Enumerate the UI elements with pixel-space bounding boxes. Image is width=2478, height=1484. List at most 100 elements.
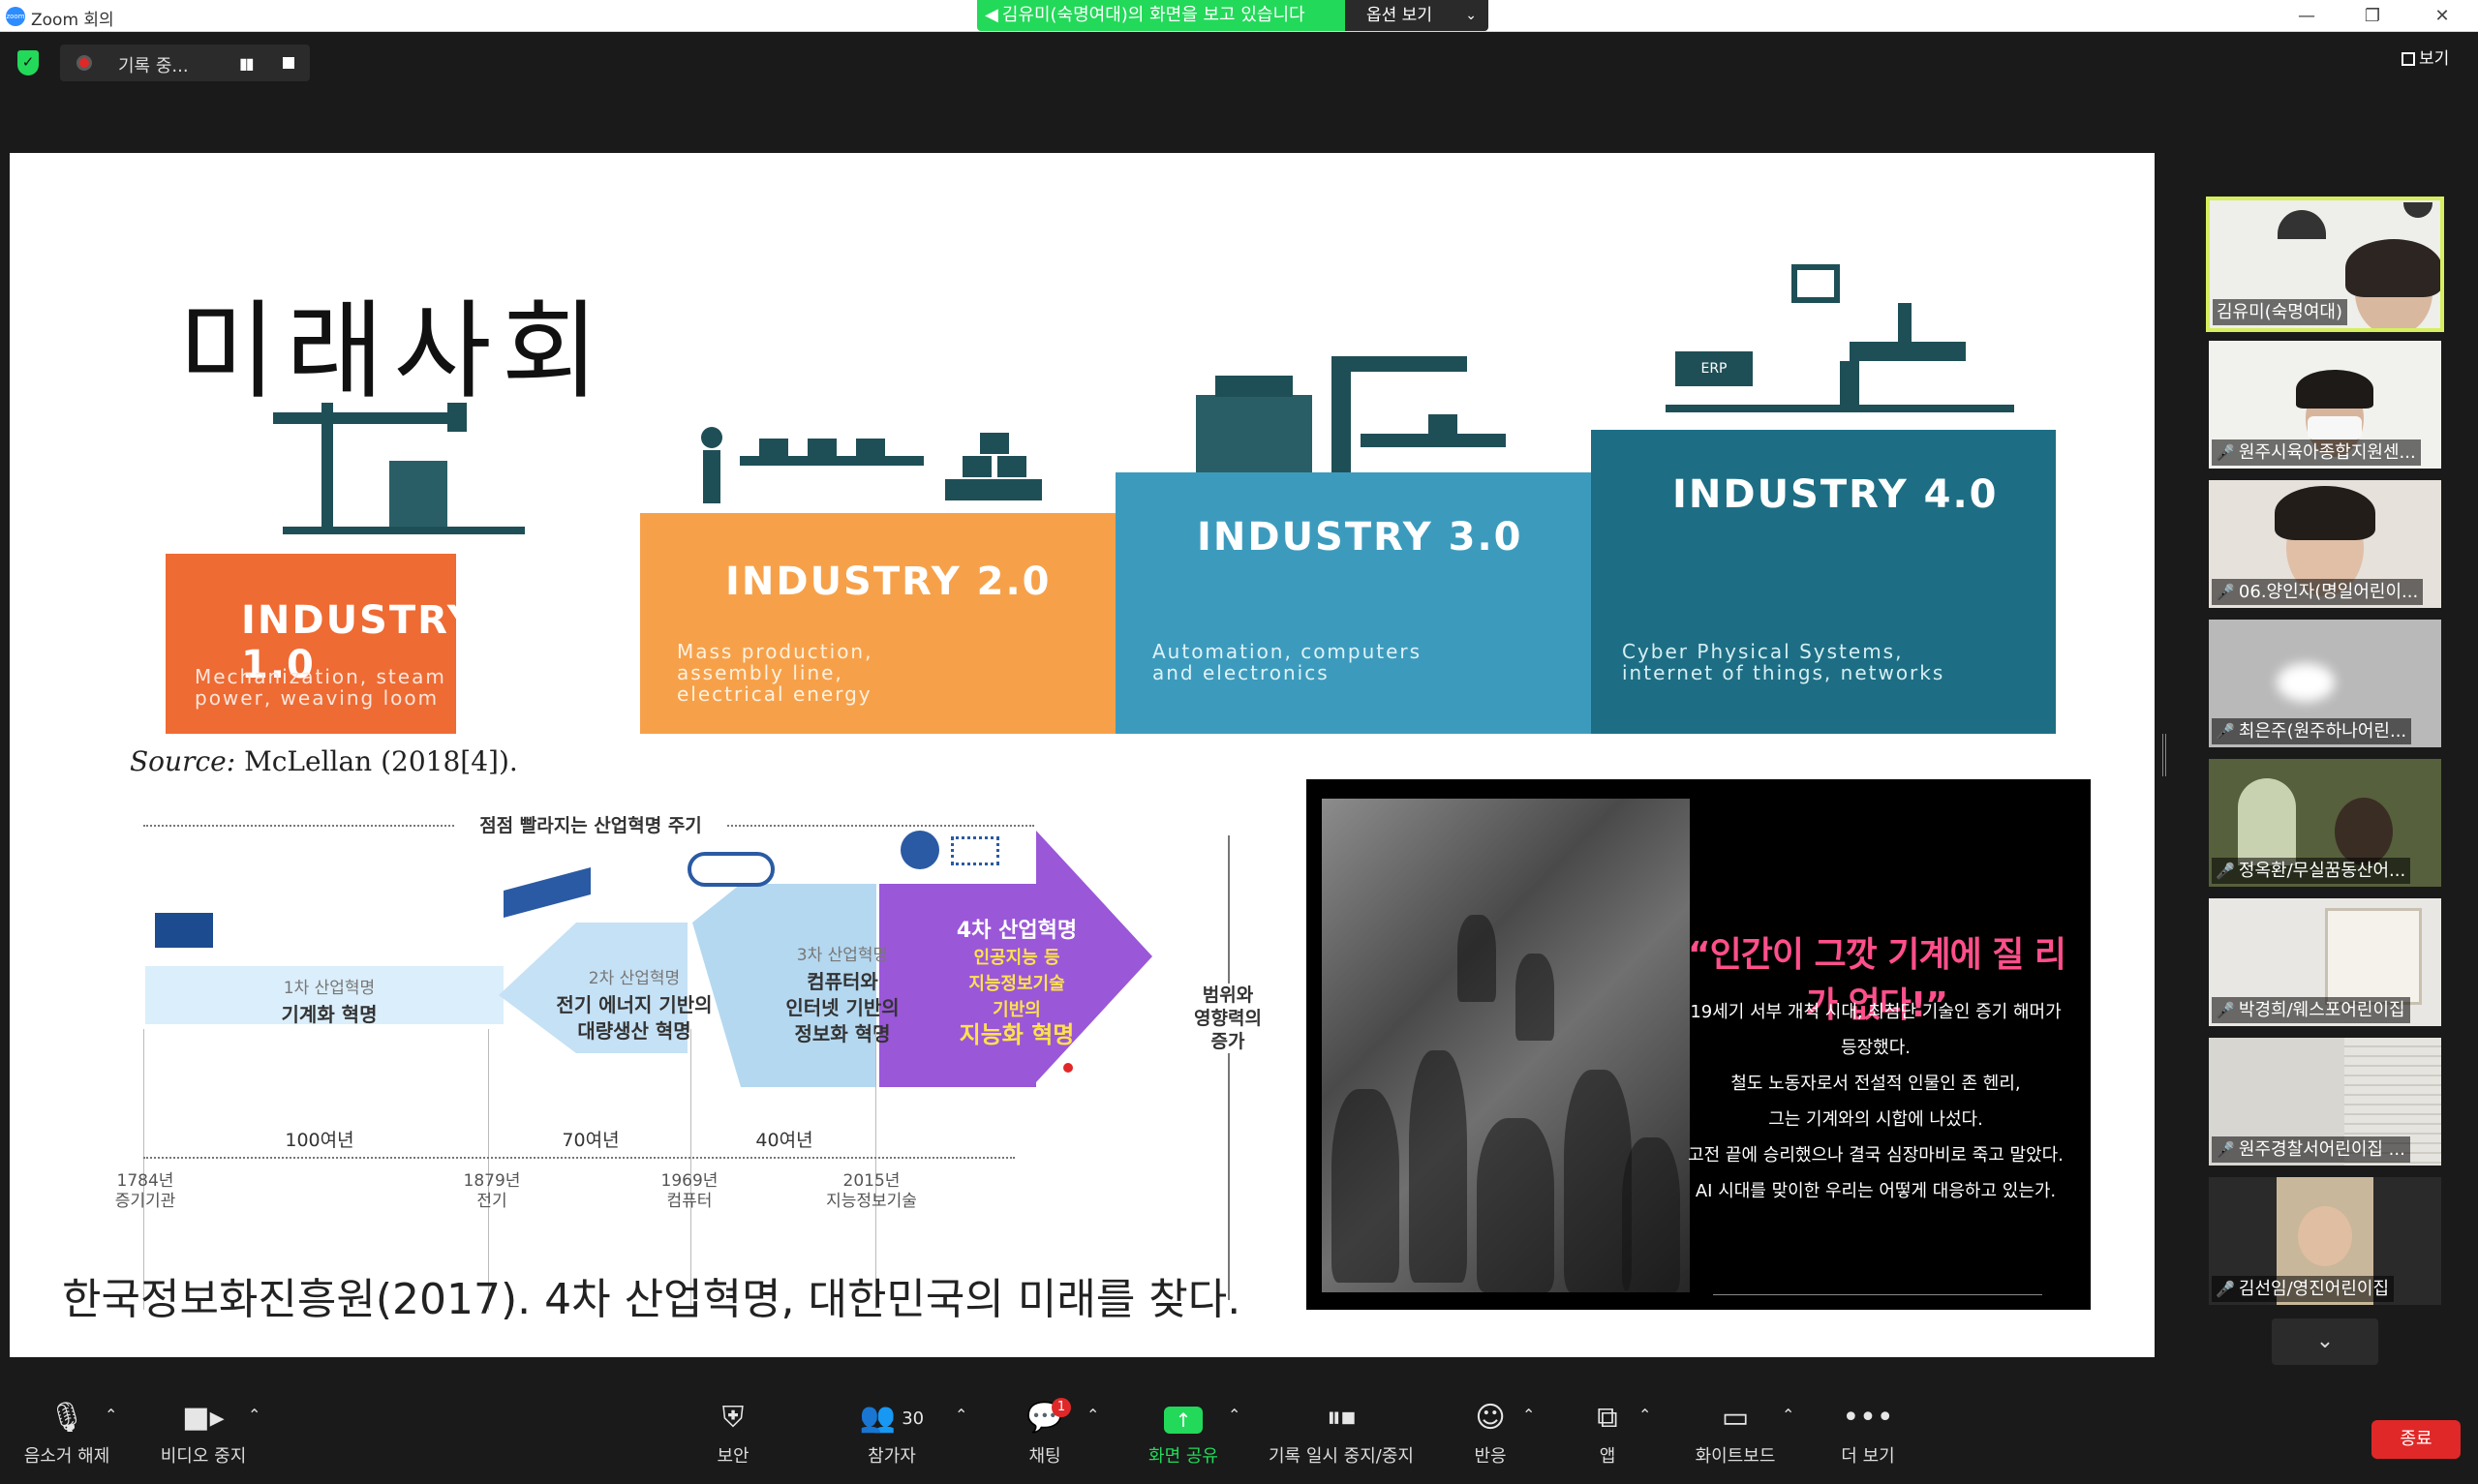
end-meeting-button[interactable]: 종료 bbox=[2371, 1420, 2461, 1459]
participant-tile-0[interactable]: 김유미(숙명여대) bbox=[2206, 197, 2444, 332]
view-layout-label: 보기 bbox=[2419, 49, 2450, 69]
video-options-caret[interactable]: ⌃ bbox=[248, 1406, 260, 1424]
chevron-down-icon: ⌄ bbox=[2315, 1329, 2335, 1353]
industry-2-desc: Mass production, assembly line, electrical… bbox=[677, 640, 873, 706]
scope-label: 범위와 영향력의 증가 bbox=[1170, 984, 1286, 1053]
stop-recording-button[interactable] bbox=[283, 57, 294, 69]
participants-button[interactable]: 👥 30 참가자 bbox=[850, 1402, 933, 1468]
cyber-cycle-icon: ERP bbox=[1656, 264, 2024, 412]
mic-muted-icon: 🎤 bbox=[2216, 862, 2235, 880]
year-3: 1969년 컴퓨터 bbox=[660, 1171, 719, 1211]
industry-3-block: INDUSTRY 3.0 Automation, computers and el… bbox=[1116, 472, 1591, 734]
view-options-button[interactable]: 옵션 보기 ⌄ bbox=[1345, 0, 1488, 31]
arrow-4-text: 4차 산업혁명 인공지능 등 지능정보기술 기반의 지능화 혁명 bbox=[956, 919, 1078, 1048]
railroad-workers-photo bbox=[1322, 799, 1690, 1292]
shield-icon: ⛨ bbox=[721, 1401, 745, 1435]
mic-muted-icon: 🎤 bbox=[2216, 1140, 2235, 1159]
computer-network-icon bbox=[688, 852, 775, 887]
participant-name-1: 🎤 원주시육아종합지원센... bbox=[2212, 439, 2421, 466]
arrow-1-text: 1차 산업혁명 기계화 혁명 bbox=[281, 979, 378, 1026]
industry-2-name: INDUSTRY 2.0 bbox=[725, 560, 1052, 604]
participant-name-6: 🎤 원주경찰서어린이집 ... bbox=[2212, 1136, 2410, 1163]
participant-name-2: 🎤 06.양인자(명일어린이... bbox=[2212, 579, 2424, 605]
scope-arrow bbox=[1228, 835, 1230, 1300]
participants-options-caret[interactable]: ⌃ bbox=[955, 1406, 967, 1424]
grid-view-icon bbox=[2402, 52, 2415, 66]
panel-splitter[interactable] bbox=[2162, 734, 2166, 776]
slide-title: 미래사회 bbox=[178, 289, 609, 413]
period-2: 70여년 bbox=[562, 1130, 620, 1151]
year-4: 2015년 지능정보기술 bbox=[826, 1171, 917, 1211]
participant-tile-7[interactable]: 🎤 김선임/영진어린이집 bbox=[2209, 1177, 2441, 1305]
mic-muted-icon: 🎤 bbox=[2216, 583, 2235, 601]
participant-name-5: 🎤 박경희/웨스포어린이집 bbox=[2212, 997, 2410, 1023]
period-3: 40여년 bbox=[755, 1130, 813, 1151]
pause-recording-button[interactable]: ▮▮ bbox=[239, 54, 255, 73]
chat-button[interactable]: 💬 1 채팅 bbox=[1011, 1398, 1079, 1468]
zoom-meeting-window: zoom Zoom 회의 ◀ 김유미(숙명여대)의 화면을 보고 있습니다 옵션 … bbox=[0, 0, 2478, 1484]
share-screen-icon: ↑ bbox=[1164, 1407, 1203, 1434]
share-screen-button[interactable]: ↑ 화면 공유 bbox=[1135, 1402, 1232, 1468]
participant-name-7: 🎤 김선임/영진어린이집 bbox=[2212, 1276, 2395, 1302]
period-1: 100여년 bbox=[285, 1130, 354, 1151]
close-button[interactable]: ✕ bbox=[2413, 2, 2471, 31]
industry-1-block: INDUSTRY 1.0 Mechanization, steam power, … bbox=[166, 554, 475, 734]
record-dot-icon bbox=[76, 55, 92, 71]
participants-icon: 👥 30 bbox=[859, 1401, 925, 1435]
mic-muted-icon: 🎤 bbox=[2216, 1001, 2235, 1019]
more-button[interactable]: ••• 더 보기 bbox=[1832, 1402, 1904, 1468]
mic-muted-icon: 🎤 bbox=[2216, 443, 2235, 462]
participant-tile-6[interactable]: 🎤 원주경찰서어린이집 ... bbox=[2209, 1038, 2441, 1166]
participant-tile-1[interactable]: 🎤 원주시육아종합지원센... bbox=[2209, 341, 2441, 469]
reactions-button[interactable]: ☺ 반응 bbox=[1456, 1402, 1524, 1468]
security-shield-icon[interactable]: ✓ bbox=[17, 50, 39, 76]
chat-options-caret[interactable]: ⌃ bbox=[1086, 1406, 1099, 1424]
gallery-scroll-down-button[interactable]: ⌄ bbox=[2272, 1318, 2378, 1365]
view-layout-button[interactable]: 보기 bbox=[2402, 45, 2449, 69]
audio-options-caret[interactable]: ⌃ bbox=[105, 1406, 117, 1424]
john-henry-panel: “인간이 그깟 기계에 질 리가 없다!” 19세기 서부 개척 시대, 최첨단… bbox=[1306, 779, 2091, 1310]
industry-4-block: INDUSTRY 4.0 Cyber Physical Systems, inte… bbox=[1591, 430, 2056, 734]
industry-4-desc: Cyber Physical Systems, internet of thing… bbox=[1622, 640, 1945, 684]
security-button[interactable]: ⛨ 보안 bbox=[699, 1402, 767, 1468]
pause-stop-recording-button[interactable]: ⏸⏹ 기록 일시 중지/중지 bbox=[1259, 1402, 1423, 1468]
apps-icon: ⧉ bbox=[1597, 1401, 1618, 1435]
apps-button[interactable]: ⧉ 앱 bbox=[1578, 1402, 1637, 1468]
title-bar: zoom Zoom 회의 ◀ 김유미(숙명여대)의 화면을 보고 있습니다 옵션 … bbox=[0, 0, 2478, 32]
timeline-base-line bbox=[143, 1157, 1015, 1159]
speaker-icon: ◀ bbox=[985, 5, 998, 25]
participant-tile-5[interactable]: 🎤 박경희/웨스포어린이집 bbox=[2209, 898, 2441, 1026]
stop-video-button[interactable]: ■▸ 비디오 중지 bbox=[147, 1402, 260, 1468]
mic-muted-icon: 🎤 bbox=[2216, 722, 2235, 741]
meeting-toolbar: 🎙 음소거 해제 ⌃ ■▸ 비디오 중지 ⌃ ⛨ 보안 👥 30 참가자 ⌃ 💬 … bbox=[0, 1384, 2478, 1484]
arrow-2-text: 2차 산업혁명 전기 에너지 기반의 대량생산 혁명 bbox=[556, 969, 713, 1043]
chat-unread-badge: 1 bbox=[1052, 1398, 1071, 1417]
participant-tile-2[interactable]: 🎤 06.양인자(명일어린이... bbox=[2209, 480, 2441, 608]
erp-label: ERP bbox=[1675, 351, 1753, 386]
slide-reference: 한국정보화진흥원(2017). 4차 산업혁명, 대한민국의 미래를 찾다. bbox=[62, 1275, 1241, 1324]
assembly-line-icon bbox=[701, 427, 1050, 514]
apps-options-caret[interactable]: ⌃ bbox=[1638, 1406, 1651, 1424]
participant-name-0: 김유미(숙명여대) bbox=[2213, 299, 2347, 325]
view-options-label: 옵션 보기 bbox=[1366, 6, 1432, 25]
sharing-banner: ◀ 김유미(숙명여대)의 화면을 보고 있습니다 bbox=[977, 0, 1345, 31]
pause-stop-icon: ⏸⏹ bbox=[1327, 1401, 1356, 1435]
industry-3-name: INDUSTRY 3.0 bbox=[1197, 515, 1523, 560]
recording-status: 기록 중... bbox=[118, 56, 189, 76]
participant-tile-3[interactable]: 🎤 최은주(원주하나어린... bbox=[2209, 620, 2441, 747]
whiteboard-button[interactable]: ▭ 화이트보드 bbox=[1687, 1402, 1784, 1468]
restore-button[interactable]: ❐ bbox=[2343, 2, 2402, 31]
recording-indicator: 기록 중... ▮▮ bbox=[60, 45, 310, 81]
oil-pump-icon bbox=[273, 403, 535, 538]
industry-1-desc: Mechanization, steam power, weaving loom bbox=[195, 665, 446, 710]
reactions-options-caret[interactable]: ⌃ bbox=[1522, 1406, 1535, 1424]
whiteboard-options-caret[interactable]: ⌃ bbox=[1782, 1406, 1794, 1424]
sharing-banner-text: 김유미(숙명여대)의 화면을 보고 있습니다 bbox=[1001, 5, 1305, 25]
participant-tile-4[interactable]: 🎤 정옥환/무실꿈동산어... bbox=[2209, 759, 2441, 887]
minimize-button[interactable]: — bbox=[2278, 2, 2336, 31]
whiteboard-icon: ▭ bbox=[1721, 1401, 1750, 1435]
steam-train-icon bbox=[155, 913, 213, 948]
share-options-caret[interactable]: ⌃ bbox=[1228, 1406, 1240, 1424]
participant-name-4: 🎤 정옥환/무실꿈동산어... bbox=[2212, 858, 2411, 884]
more-dots-icon: ••• bbox=[1842, 1401, 1894, 1435]
